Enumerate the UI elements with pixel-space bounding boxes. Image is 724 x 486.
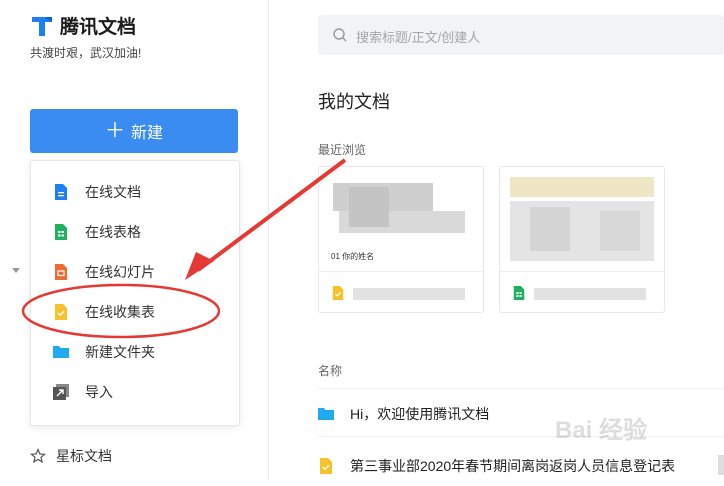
- app-slogan: 共渡时艰，武汉加油!: [30, 46, 142, 60]
- app-logo[interactable]: 腾讯文档: [30, 12, 136, 39]
- search-bar[interactable]: 搜索标题/正文/创建人: [318, 15, 724, 55]
- menu-item-label: 新建文件夹: [85, 344, 155, 360]
- menu-item-label: 导入: [85, 384, 113, 400]
- new-dropdown-menu: 在线文档 在线表格 在线幻灯片 在线收集表 新建文件夹 导入: [30, 160, 240, 426]
- tencent-docs-logo-icon: [32, 16, 52, 36]
- app-name: 腾讯文档: [60, 17, 137, 38]
- online-slides-icon: [55, 264, 67, 280]
- menu-item-new-folder[interactable]: 新建文件夹: [31, 332, 239, 372]
- scrollbar[interactable]: [718, 455, 724, 475]
- new-button-label: 新建: [130, 125, 163, 142]
- online-form-icon: [320, 458, 332, 474]
- menu-item-online-form[interactable]: 在线收集表: [31, 292, 239, 332]
- search-placeholder: 搜索标题/正文/创建人: [356, 30, 481, 45]
- doc-thumbnail-caption: 01 你的姓名: [331, 252, 375, 261]
- menu-item-label: 在线幻灯片: [85, 264, 155, 280]
- menu-item-import[interactable]: 导入: [31, 372, 239, 412]
- new-button[interactable]: ＋ 新建: [30, 109, 238, 153]
- page-title: 我的文档: [318, 92, 390, 112]
- menu-item-online-slides[interactable]: 在线幻灯片: [31, 252, 239, 292]
- file-row[interactable]: 第三事业部2020年春节期间离岗返岗人员信息登记表: [318, 446, 724, 486]
- online-form-icon: [55, 304, 67, 320]
- menu-item-label: 在线表格: [85, 224, 141, 240]
- file-row[interactable]: Hi，欢迎使用腾讯文档: [318, 394, 724, 434]
- file-name: 第三事业部2020年春节期间离岗返岗人员信息登记表: [350, 458, 676, 474]
- sidebar: 腾讯文档 共渡时艰，武汉加油! ＋ 新建 在线文档 在线表格 在线幻灯片 在线收…: [0, 0, 269, 480]
- menu-item-online-sheet[interactable]: 在线表格: [31, 212, 239, 252]
- recent-section-label: 最近浏览: [318, 143, 367, 157]
- list-header-name[interactable]: 名称: [318, 362, 342, 379]
- recent-doc-card[interactable]: 01 你的姓名: [318, 166, 484, 313]
- online-sheet-icon: [55, 224, 67, 240]
- menu-item-online-doc[interactable]: 在线文档: [31, 172, 239, 212]
- online-form-icon: [332, 286, 344, 300]
- recent-doc-card[interactable]: [499, 166, 665, 313]
- search-icon: [333, 28, 347, 42]
- import-icon: [53, 384, 69, 400]
- star-icon: [30, 448, 46, 464]
- sidebar-item-label: 星标文档: [56, 448, 112, 464]
- folder-icon: [53, 346, 69, 358]
- plus-icon: ＋: [104, 120, 125, 142]
- baidu-watermark: Bai 经验: [555, 417, 648, 444]
- collapse-caret-icon[interactable]: [12, 268, 20, 273]
- doc-thumbnail: [500, 167, 664, 271]
- sidebar-item-starred[interactable]: 星标文档: [30, 446, 112, 466]
- online-doc-icon: [55, 184, 67, 200]
- menu-item-label: 在线文档: [85, 184, 141, 200]
- file-name: Hi，欢迎使用腾讯文档: [350, 406, 490, 422]
- menu-item-label: 在线收集表: [85, 304, 155, 320]
- folder-icon: [318, 408, 334, 420]
- online-sheet-icon: [513, 286, 525, 300]
